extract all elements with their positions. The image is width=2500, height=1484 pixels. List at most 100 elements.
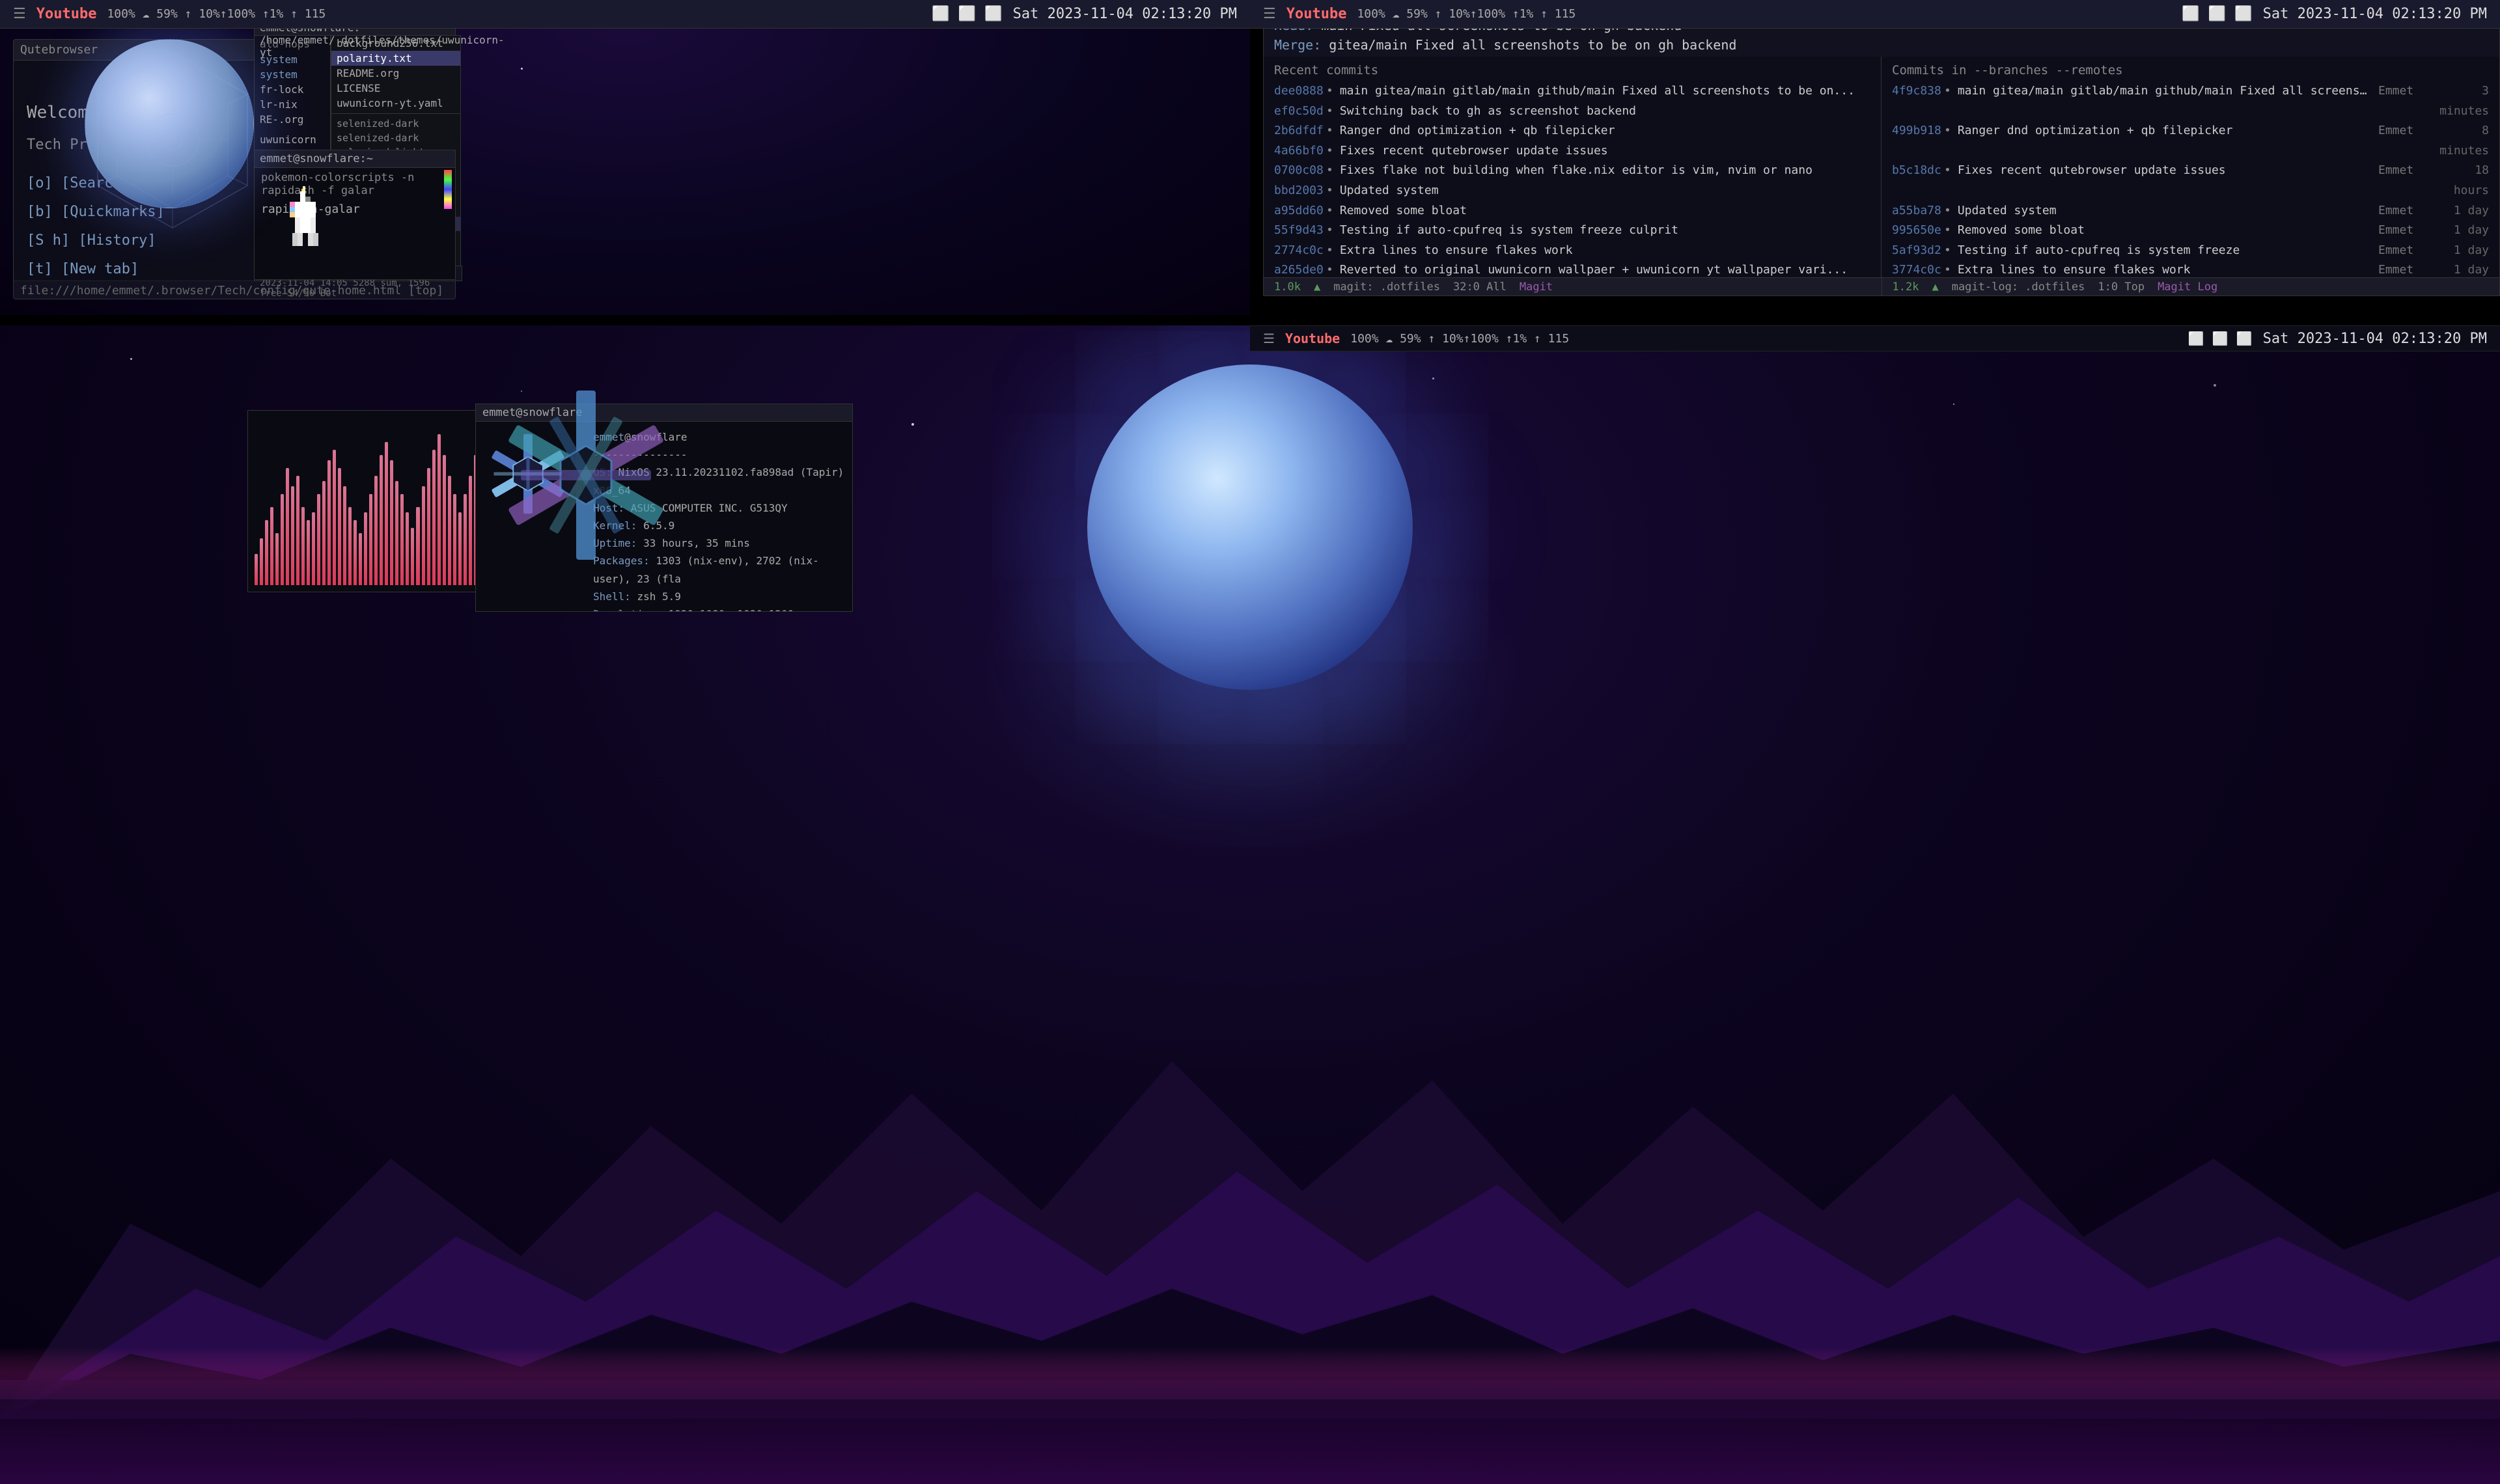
fm-file-readme[interactable]: README.org [331,66,460,81]
git-commit-row: 2b6dfdf • Ranger dnd optimization + qb f… [1274,121,1870,141]
workspace2-icon: ☰ [1263,6,1276,22]
vis-bar [390,460,393,585]
git-commit-row: a55ba78 • Updated system Emmet 1 day [1892,201,2489,221]
git-content: Recent commits dee0888 • main gitea/main… [1264,57,2499,277]
git-commit-row: b5c18dc • Fixes recent qutebrowser updat… [1892,161,2489,200]
git-commit-row: 995650e • Removed some bloat Emmet 1 day [1892,221,2489,241]
git-commit-row: 55f9d43 • Testing if auto-cpufreq is sys… [1274,221,1870,241]
sep2-tab[interactable]: Youtube [1285,331,1340,346]
top-bar2-right-content: ⬜ ⬜ ⬜ Sat 2023-11-04 02:13:20 PM [2182,6,2487,22]
fm-tag-selenized1: selenized-dark [331,117,460,131]
git-commits-list: 4f9c838 • main gitea/main gitlab/main gi… [1892,81,2489,277]
circuit-overlay [78,46,267,234]
pokemon-terminal-header: emmet@snowflare:~ [255,150,455,168]
star [521,68,523,70]
vis-bar [291,486,294,585]
vis-bar [275,533,279,585]
git-log-title: Commits in --branches --remotes [1892,63,2489,77]
git-magit-mode: magit: .dotfiles [1333,281,1440,294]
vis-bar [400,494,404,585]
top-bar-right-content: ⬜ ⬜ ⬜ Sat 2023-11-04 02:13:20 PM [932,6,1237,22]
vis-bar [307,520,310,585]
git-mode-name: Magit [1520,281,1553,294]
datetime-display: Sat 2023-11-04 02:13:20 PM [1013,6,1237,22]
vis-bar [265,520,268,585]
bar-indicators: 100% ☁ 59% ↑ 10%↑100% ↑1% ↑ 115 [107,7,326,21]
git-right-triangle: ▲ [1932,281,1938,294]
vis-bar [369,494,372,585]
vis-bar [406,512,409,585]
git-commit-row: bbd2003 • Updated system [1274,181,1870,201]
git-commit-row: 0700c08 • Fixes flake not building when … [1274,161,1870,181]
vis-bar [443,455,446,585]
vis-bar [469,476,472,585]
git-recent-title: Recent commits [1274,63,1870,77]
palette-bar [444,170,452,209]
top-bar-left-content: ☰ Youtube 100% ☁ 59% ↑ 10%↑100% ↑1% ↑ 11… [13,6,326,22]
git-status-bars: 1.0k ▲ magit: .dotfiles 32:0 All Magit 1… [1264,277,2499,295]
fm-file-yaml[interactable]: uwunicorn-yt.yaml [331,96,460,111]
vis-bar [343,486,346,585]
vis-bar [255,554,258,585]
git-merge-info2: Merge: gitea/main Fixed all screenshots … [1264,37,2499,57]
vis-bar [327,460,331,585]
vis-bar [260,538,263,585]
git-commit-row: dee0888 • main gitea/main gitlab/main gi… [1274,81,1870,102]
vis-bar [333,450,336,585]
vis-bar [359,533,362,585]
vis-bar [395,481,398,585]
vis-bar [422,486,425,585]
vis-bar [301,507,305,585]
bottom-sep-right: ☰ Youtube 100% ☁ 59% ↑ 10%↑100% ↑1% ↑ 11… [1250,325,2500,351]
star-b4 [1432,378,1434,379]
git-commit-row: 3774c0c • Extra lines to ensure flakes w… [1892,260,2489,277]
git-commit-row: 2774c0c • Extra lines to ensure flakes w… [1274,241,1870,261]
youtube-tab2[interactable]: Youtube [1286,6,1347,22]
git-merge-value: gitea/main Fixed all screenshots to be o… [1329,37,1736,53]
nixos-logo-bottom [495,384,677,566]
vis-bar [312,512,315,585]
git-commit-row: 4a66bf0 • Fixes recent qutebrowser updat… [1274,141,1870,161]
fm-tag-selenized2: selenized-dark [331,131,460,145]
vis-bar [453,494,456,585]
git-right-file: magit-log: .dotfiles [1952,281,2085,294]
vis-bar [427,468,430,585]
bar-indicators2: 100% ☁ 59% ↑ 10%↑100% ↑1% ↑ 115 [1357,7,1576,21]
fm-file-polarity[interactable]: polarity.txt [331,51,460,66]
star-b3 [911,423,914,426]
vis-bar [270,507,273,585]
sep2-datetime: Sat 2023-11-04 02:13:20 PM [2263,331,2487,347]
vis-bar [322,481,326,585]
top-bar-left: ☰ Youtube 100% ☁ 59% ↑ 10%↑100% ↑1% ↑ 11… [0,0,1250,29]
git-commit-row: 5af93d2 • Testing if auto-cpufreq is sys… [1892,241,2489,261]
git-commit-row: a265de0 • Reverted to original uwunicorn… [1274,260,1870,277]
git-status-bar-right: 1.2k ▲ magit-log: .dotfiles 1:0 Top Magi… [1882,277,2500,295]
vis-bar [411,528,414,585]
vis-bar [374,476,378,585]
vis-bar [354,520,357,585]
sep2-icon: ☰ [1263,331,1275,346]
git-line-count: 1.0k [1274,281,1301,294]
pokemon-terminal: emmet@snowflare:~ pokemon-colorscripts -… [254,150,456,280]
workspace-icon: ☰ [13,6,26,22]
star-b8 [2214,384,2216,387]
vis-bar [385,442,388,585]
git-status-bar-left: 1.0k ▲ magit: .dotfiles 32:0 All Magit [1264,277,1882,295]
git-status-triangle: ▲ [1314,281,1320,294]
vis-bar [458,512,462,585]
youtube-tab[interactable]: Youtube [36,6,97,22]
star-b1 [130,358,132,360]
sep2-controls: ⬜ ⬜ ⬜ [2188,331,2253,346]
vis-bar [448,476,451,585]
vis-bar [296,476,299,585]
star-b5 [1953,404,1954,405]
vis-bar [464,494,467,585]
neofetch-shell: Shell: zsh 5.9 [593,588,846,605]
fm-file-license[interactable]: LICENSE [331,81,460,96]
mountains-svg [0,963,2500,1419]
moon-bottom-center [1087,364,1413,690]
window-controls2: ⬜ ⬜ ⬜ [2182,6,2253,22]
top-bar2-left-content: ☰ Youtube 100% ☁ 59% ↑ 10%↑100% ↑1% ↑ 11… [1263,6,1576,22]
window-controls: ⬜ ⬜ ⬜ [932,6,1003,22]
vis-bar [364,512,367,585]
